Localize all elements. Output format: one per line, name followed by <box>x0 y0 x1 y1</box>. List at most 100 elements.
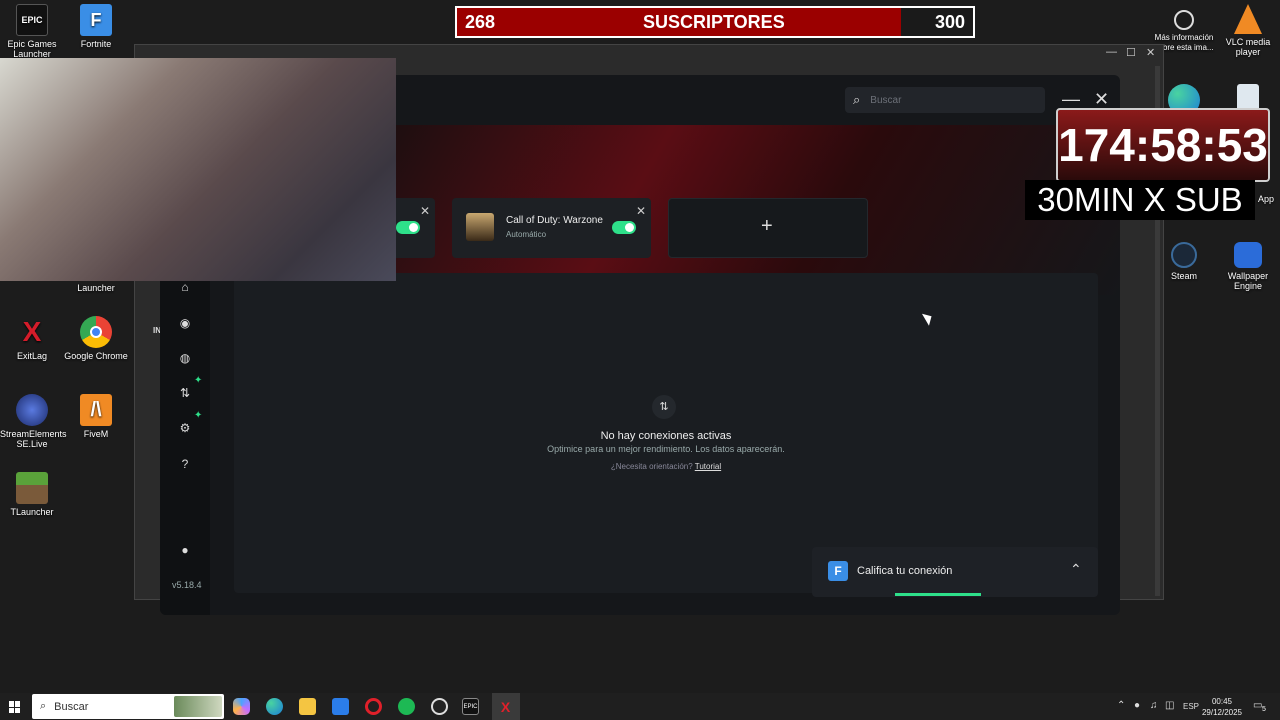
chrome-icon <box>80 316 112 348</box>
subscriber-goal-bar: 268 SUSCRIPTORES 300 <box>455 6 975 38</box>
rate-connection-toast[interactable]: F Califica tu conexión ⌃ <box>812 547 1098 597</box>
game-toggle[interactable] <box>396 221 420 234</box>
help-icon[interactable]: ? <box>178 457 192 471</box>
search-icon: ⌕ <box>853 92 861 107</box>
sub-message: 30MIN X SUB <box>1025 180 1255 220</box>
close-icon[interactable]: ✕ <box>1094 89 1109 110</box>
fortnite-icon: F <box>828 561 848 581</box>
webcam-feed <box>0 58 396 281</box>
microphone-icon[interactable]: ● <box>1134 700 1140 711</box>
desktop-icon-launcher[interactable]: Launcher <box>64 283 128 293</box>
desktop-icon-label: StreamElements SE.Live <box>0 429 67 449</box>
taskbar-search-label: Buscar <box>54 700 89 713</box>
chevron-up-icon[interactable]: ⌃ <box>1117 700 1125 711</box>
stream-timer: 174:58:53 <box>1056 108 1270 182</box>
maximize-icon[interactable]: ☐ <box>1126 46 1136 59</box>
file-explorer-icon[interactable] <box>299 698 316 715</box>
clock[interactable]: 00:45 29/12/2025 <box>1200 696 1244 718</box>
language-indicator[interactable]: ESP <box>1183 702 1199 711</box>
exitlag-icon: X <box>22 316 42 347</box>
app-version: v5.18.4 <box>172 580 202 590</box>
rate-label: Califica tu conexión <box>857 565 953 577</box>
compass-icon[interactable]: ◉ <box>178 316 192 330</box>
mail-icon[interactable] <box>332 698 349 715</box>
game-mode: Automático <box>506 230 547 239</box>
desktop-icon-streamelements[interactable]: StreamElements SE.Live <box>0 394 67 449</box>
edge-icon[interactable] <box>266 698 283 715</box>
game-title: Call of Duty: Warzone <box>506 215 603 226</box>
desktop-icon-label: Fortnite <box>80 39 112 49</box>
desktop-icon-fortnite[interactable]: F Fortnite <box>64 4 128 49</box>
exitlag-icon[interactable]: X <box>497 698 514 715</box>
empty-state-help: ¿Necesita orientación? Tutorial <box>234 462 1098 471</box>
wallpaper-engine-icon <box>1234 242 1262 268</box>
volume-icon[interactable]: ♫ <box>1150 700 1158 711</box>
help-prefix: ¿Necesita orientación? <box>610 462 693 471</box>
clock-date: 29/12/2025 <box>1201 708 1243 717</box>
chevron-up-icon[interactable]: ⌃ <box>1070 561 1082 578</box>
desktop-icon-wallpaper-engine[interactable]: Wallpaper Engine <box>1216 242 1280 291</box>
tutorial-link[interactable]: Tutorial <box>695 462 721 471</box>
new-badge-icon: ✦ <box>194 375 203 386</box>
desktop-icon-fivem[interactable]: /\ FiveM <box>64 394 128 439</box>
subscriber-current: 268 <box>465 11 496 32</box>
copilot-icon[interactable] <box>233 698 250 715</box>
desktop-icon-label: ExitLag <box>16 351 48 361</box>
desktop-icon-label: Wallpaper Engine <box>1227 271 1269 291</box>
search-icon: ⌕ <box>40 700 47 712</box>
desktop-icon-label: Google Chrome <box>64 351 128 361</box>
empty-state-subtitle: Optimice para un mejor rendimiento. Los … <box>547 444 785 454</box>
tlauncher-icon <box>16 472 48 504</box>
subscriber-goal: 300 <box>934 11 965 32</box>
epic-games-icon[interactable]: EPIC <box>462 698 479 715</box>
opera-icon[interactable] <box>365 698 382 715</box>
connections-panel: ⇅ No hay conexiones activas Optimice par… <box>234 273 1098 593</box>
globe-icon[interactable]: ◍ <box>178 351 192 365</box>
network-icon[interactable]: ◫ <box>1165 700 1174 711</box>
user-icon[interactable]: ● <box>178 543 192 557</box>
remove-game-icon[interactable]: ✕ <box>420 204 430 218</box>
start-icon[interactable] <box>9 701 21 713</box>
transfer-icon[interactable]: ⇅ <box>178 386 192 400</box>
desktop-icon-exitlag[interactable]: X ExitLag <box>0 316 64 362</box>
notification-count: 5 <box>1262 706 1266 713</box>
close-icon[interactable]: ✕ <box>1146 46 1155 59</box>
spotify-icon[interactable] <box>398 698 415 715</box>
desktop-icon-epic-games[interactable]: EPIC Epic Games Launcher <box>0 4 64 59</box>
search-placeholder: Buscar <box>870 94 902 106</box>
toast-progress <box>895 593 981 596</box>
streamelements-icon <box>16 394 48 426</box>
vlc-cone-icon <box>1234 4 1262 34</box>
remove-game-icon[interactable]: ✕ <box>636 204 646 218</box>
taskbar: ⌕ Buscar EPIC X ⌃ ● ♫ ◫ ESP 00:45 29/12/… <box>0 693 1280 720</box>
desktop-icon-vlc[interactable]: VLC media player <box>1216 4 1280 57</box>
steam-icon <box>1171 242 1197 268</box>
swap-icon: ⇅ <box>652 395 676 419</box>
desktop-icon-tlauncher[interactable]: TLauncher <box>0 472 64 517</box>
subscriber-label: SUSCRIPTORES <box>643 11 785 32</box>
search-input[interactable]: ⌕ Buscar <box>845 87 1045 113</box>
minimize-icon[interactable]: — <box>1062 89 1080 110</box>
game-toggle[interactable] <box>612 221 636 234</box>
desktop-icon-google-chrome[interactable]: Google Chrome <box>64 316 128 361</box>
fivem-icon: /\ <box>80 394 112 426</box>
camera-lens-icon <box>1174 10 1194 30</box>
taskbar-search[interactable]: ⌕ Buscar <box>32 694 224 719</box>
obs-icon[interactable] <box>431 698 448 715</box>
gear-icon[interactable]: ⚙ <box>178 421 192 435</box>
desktop-icon-label: Launcher <box>77 283 115 293</box>
desktop-icon-label: VLC media player <box>1225 37 1271 57</box>
warzone-icon <box>466 213 494 241</box>
fortnite-icon: F <box>80 4 112 36</box>
search-highlight-image <box>174 696 222 717</box>
add-game-card[interactable]: + <box>668 198 868 258</box>
router-icon[interactable]: ⌂ <box>178 280 192 294</box>
empty-state-title: No hay conexiones activas <box>600 430 732 442</box>
add-icon: + <box>761 215 773 237</box>
epic-games-icon: EPIC <box>16 4 48 36</box>
desktop-icon-label: TLauncher <box>10 507 54 517</box>
desktop-icon-label: FiveM <box>83 429 109 439</box>
minimize-icon[interactable]: — <box>1106 46 1117 58</box>
desktop-icon-label: Epic Games Launcher <box>7 39 57 59</box>
game-card-warzone[interactable]: Call of Duty: Warzone Automático ✕ <box>452 198 651 258</box>
